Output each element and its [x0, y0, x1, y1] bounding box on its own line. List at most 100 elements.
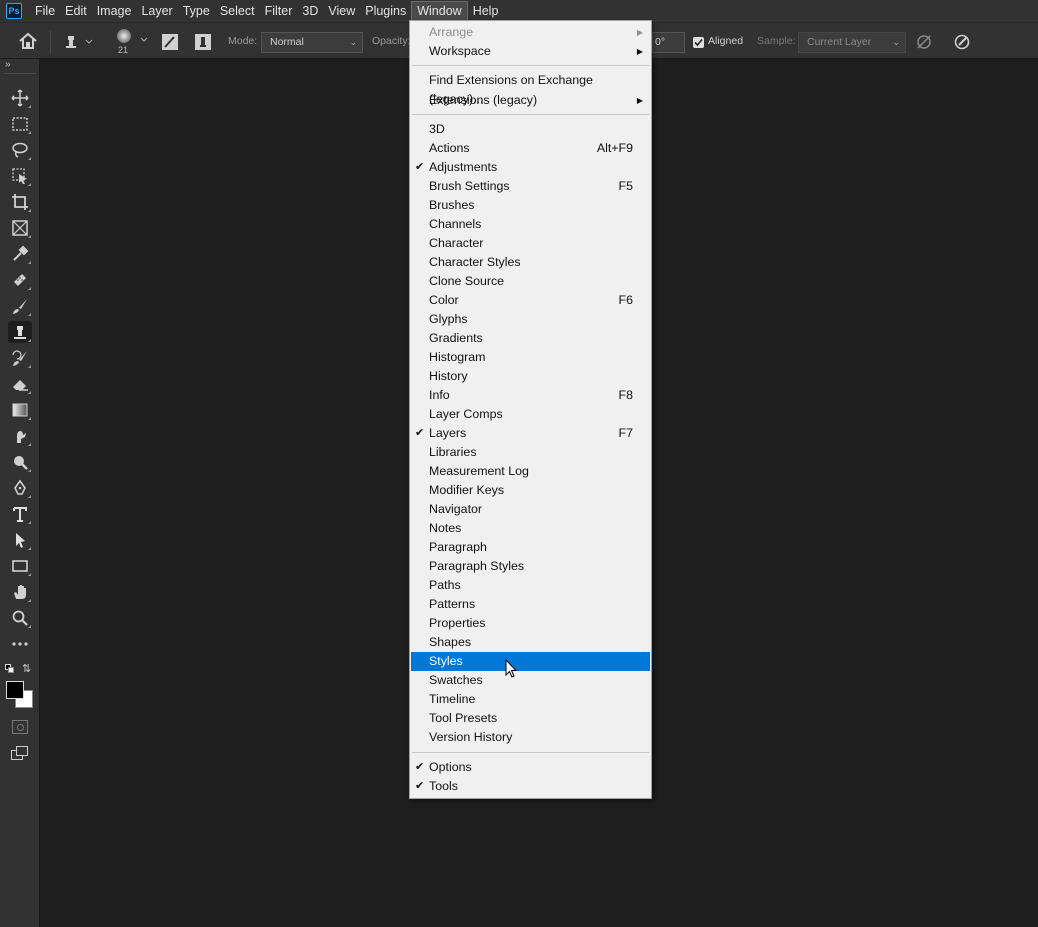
chevron-down-icon: ⌄ — [892, 37, 900, 47]
swap-colors-icon[interactable]: ⇅ — [22, 662, 31, 675]
menu-item-brush-settings[interactable]: Brush Settings F5 — [411, 177, 650, 196]
move-tool-icon[interactable] — [8, 87, 32, 109]
menu-item-properties[interactable]: Properties — [411, 614, 650, 633]
mode-select[interactable]: Normal ⌄ — [261, 32, 363, 53]
menu-item-label: Timeline — [429, 692, 476, 706]
photoshop-logo-icon[interactable]: Ps — [6, 3, 22, 19]
menu-item-navigator[interactable]: Navigator — [411, 500, 650, 519]
menu-item-arrange[interactable]: Arrange ▶ — [411, 23, 650, 42]
menu-item-clone-source[interactable]: Clone Source — [411, 272, 650, 291]
menu-item-tools[interactable]: ✔ Tools — [411, 777, 650, 796]
menu-view[interactable]: View — [323, 1, 360, 21]
menu-item-history[interactable]: History — [411, 367, 650, 386]
foreground-color-swatch[interactable] — [6, 681, 24, 699]
menu-help[interactable]: Help — [468, 1, 504, 21]
menu-file[interactable]: File — [30, 1, 60, 21]
submenu-arrow-icon: ▶ — [636, 96, 643, 105]
history-brush-tool-icon[interactable] — [8, 347, 32, 369]
menu-layer[interactable]: Layer — [136, 1, 177, 21]
brush-tool-icon[interactable] — [8, 295, 32, 317]
marquee-tool-icon[interactable] — [8, 113, 32, 135]
gradient-tool-icon[interactable] — [8, 399, 32, 421]
menu-item-shapes[interactable]: Shapes — [411, 633, 650, 652]
aligned-checkbox[interactable] — [693, 37, 704, 48]
crop-tool-icon[interactable] — [8, 191, 32, 213]
menu-window[interactable]: Window — [411, 1, 468, 21]
frame-tool-icon[interactable] — [8, 217, 32, 239]
collapse-panel-icon[interactable]: » — [5, 59, 11, 70]
type-tool-icon[interactable] — [8, 503, 32, 525]
menu-item-notes[interactable]: Notes — [411, 519, 650, 538]
menu-type[interactable]: Type — [178, 1, 215, 21]
menu-item-swatches[interactable]: Swatches — [411, 671, 650, 690]
menu-item-3d[interactable]: 3D — [411, 120, 650, 139]
menu-item-color[interactable]: Color F6 — [411, 291, 650, 310]
lasso-tool-icon[interactable] — [8, 139, 32, 161]
smudge-tool-icon[interactable] — [8, 425, 32, 447]
menu-item-character[interactable]: Character — [411, 234, 650, 253]
menu-item-histogram[interactable]: Histogram — [411, 348, 650, 367]
tool-preset-picker[interactable] — [60, 32, 96, 55]
menu-item-channels[interactable]: Channels — [411, 215, 650, 234]
path-select-tool-icon[interactable] — [8, 529, 32, 551]
menu-item-measurement-log[interactable]: Measurement Log — [411, 462, 650, 481]
pressure-size-icon[interactable] — [953, 33, 971, 54]
brush-preset-picker[interactable]: 21 — [112, 27, 152, 57]
default-colors-icon[interactable] — [5, 664, 15, 674]
menu-item-workspace[interactable]: Workspace ▶ — [411, 42, 650, 61]
menu-item-options[interactable]: ✔ Options — [411, 758, 650, 777]
menu-3d[interactable]: 3D — [297, 1, 323, 21]
menu-item-adjustments[interactable]: ✔ Adjustments — [411, 158, 650, 177]
menu-item-paths[interactable]: Paths — [411, 576, 650, 595]
menu-item-shortcut: F7 — [618, 426, 633, 440]
menu-item-layer-comps[interactable]: Layer Comps — [411, 405, 650, 424]
ignore-adjustment-layers-icon[interactable] — [915, 33, 933, 54]
menu-item-libraries[interactable]: Libraries — [411, 443, 650, 462]
menu-item-find-extensions-on-exchange-legacy[interactable]: Find Extensions on Exchange (legacy)... — [411, 71, 650, 106]
menu-item-label: Tools — [429, 779, 458, 793]
angle-input[interactable]: 0° — [652, 32, 685, 53]
home-icon[interactable] — [18, 32, 38, 53]
tool-group-indicator — [28, 573, 31, 576]
menu-item-paragraph[interactable]: Paragraph — [411, 538, 650, 557]
healing-brush-tool-icon[interactable] — [8, 269, 32, 291]
menu-item-tool-presets[interactable]: Tool Presets — [411, 709, 650, 728]
menu-item-extensions-legacy[interactable]: Extensions (legacy) ▶ — [411, 91, 650, 110]
tool-group-indicator — [28, 209, 31, 212]
zoom-tool-icon[interactable] — [8, 607, 32, 629]
menu-item-brushes[interactable]: Brushes — [411, 196, 650, 215]
toggle-brush-settings-icon[interactable] — [160, 32, 180, 55]
menu-item-label: Layer Comps — [429, 407, 503, 421]
menu-item-layers[interactable]: ✔ Layers F7 — [411, 424, 650, 443]
menu-item-paragraph-styles[interactable]: Paragraph Styles — [411, 557, 650, 576]
menu-edit[interactable]: Edit — [60, 1, 92, 21]
menu-image[interactable]: Image — [92, 1, 137, 21]
checkmark-icon: ✔ — [415, 780, 425, 792]
sample-select[interactable]: Current Layer ⌄ — [798, 32, 906, 53]
rectangle-tool-icon[interactable] — [8, 555, 32, 577]
menu-plugins[interactable]: Plugins — [360, 1, 411, 21]
menu-item-actions[interactable]: Actions Alt+F9 — [411, 139, 650, 158]
pen-tool-icon[interactable] — [8, 477, 32, 499]
more-tools-icon[interactable] — [8, 633, 32, 655]
toggle-clone-source-icon[interactable] — [193, 32, 213, 55]
menu-filter[interactable]: Filter — [260, 1, 298, 21]
menu-item-modifier-keys[interactable]: Modifier Keys — [411, 481, 650, 500]
menu-select[interactable]: Select — [215, 1, 260, 21]
eyedropper-tool-icon[interactable] — [8, 243, 32, 265]
dodge-tool-icon[interactable] — [8, 451, 32, 473]
quick-mask-icon[interactable] — [12, 720, 28, 734]
menu-item-timeline[interactable]: Timeline — [411, 690, 650, 709]
screen-mode-icon[interactable] — [11, 746, 29, 760]
menu-item-gradients[interactable]: Gradients — [411, 329, 650, 348]
object-select-tool-icon[interactable] — [8, 165, 32, 187]
menu-item-styles[interactable]: Styles — [411, 652, 650, 671]
menu-item-glyphs[interactable]: Glyphs — [411, 310, 650, 329]
eraser-tool-icon[interactable] — [8, 373, 32, 395]
menu-item-version-history[interactable]: Version History — [411, 728, 650, 747]
menu-item-character-styles[interactable]: Character Styles — [411, 253, 650, 272]
menu-item-patterns[interactable]: Patterns — [411, 595, 650, 614]
clone-stamp-tool-icon[interactable] — [8, 321, 32, 343]
hand-tool-icon[interactable] — [8, 581, 32, 603]
menu-item-info[interactable]: Info F8 — [411, 386, 650, 405]
